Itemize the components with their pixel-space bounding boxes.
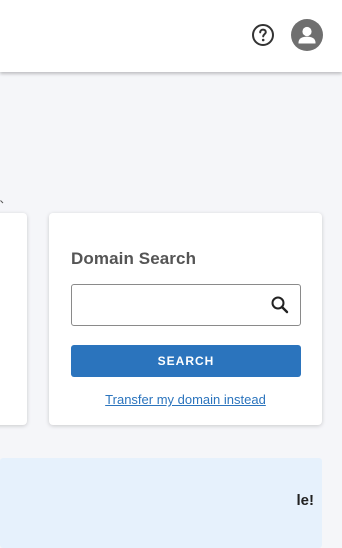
person-icon [298, 26, 316, 44]
promo-text: le! [296, 492, 314, 509]
search-icon[interactable] [270, 295, 290, 315]
transfer-domain-link[interactable]: Transfer my domain instead [49, 392, 322, 407]
avatar[interactable] [291, 19, 323, 51]
card-title: Domain Search [71, 249, 197, 268]
top-bar [0, 0, 342, 72]
search-box [71, 284, 301, 326]
help-icon[interactable] [251, 23, 275, 47]
adjacent-card [0, 213, 27, 425]
decorative-mark [0, 191, 4, 204]
promo-banner: le! [0, 458, 322, 548]
domain-search-card: Domain Search SEARCH Transfer my domain … [49, 213, 322, 425]
domain-search-input[interactable] [72, 285, 282, 325]
search-button[interactable]: SEARCH [71, 345, 301, 377]
